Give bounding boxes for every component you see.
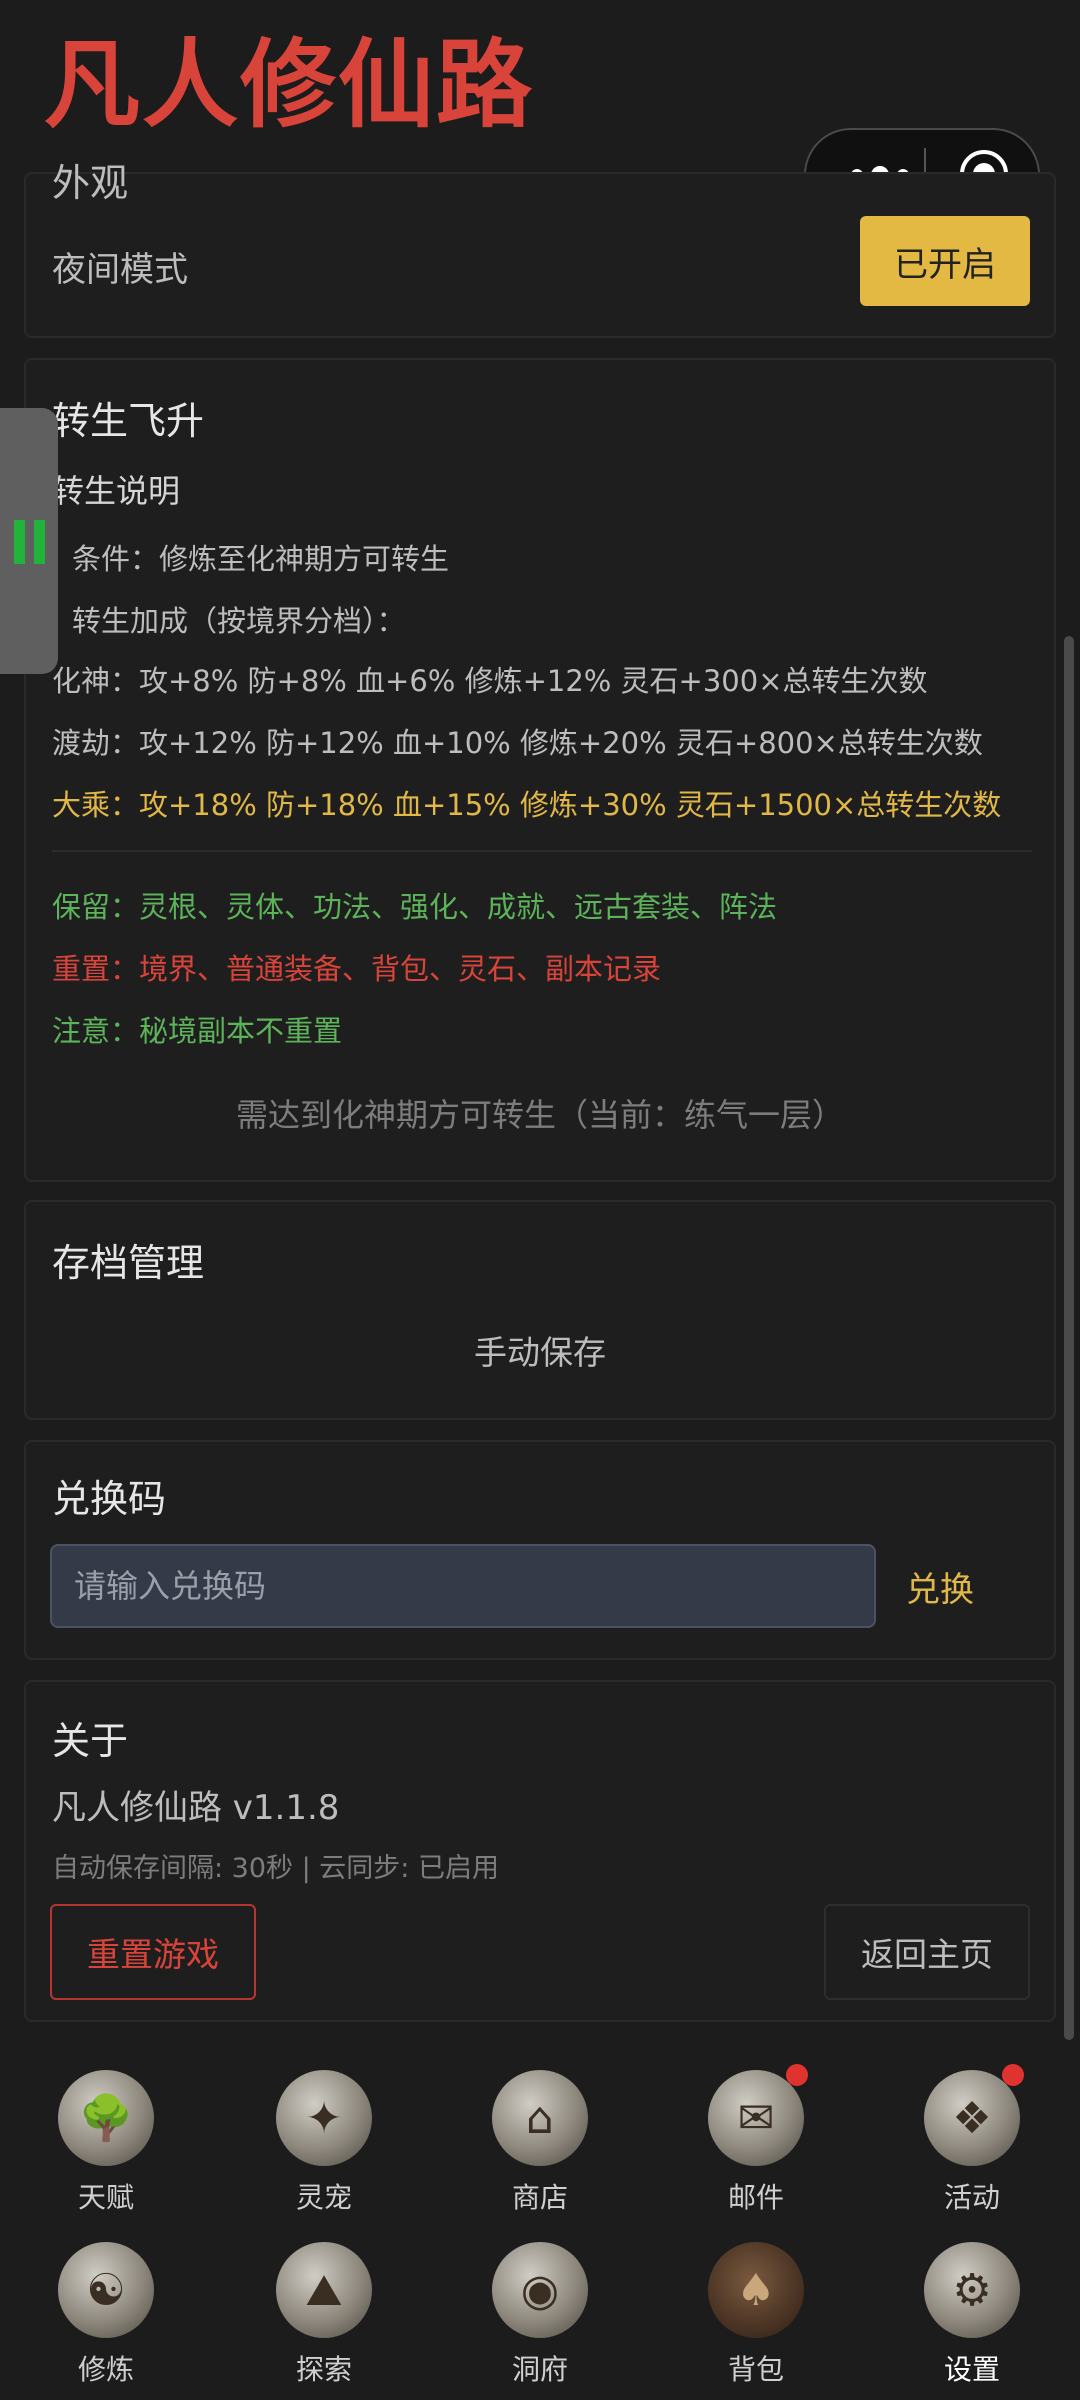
nav-label: 设置 [943,2353,1000,2386]
nav-explore[interactable]: ⛰ 探索 [234,2242,414,2388]
notification-badge [1002,2064,1024,2086]
meditation-icon: ☯ [58,2242,154,2338]
event-icon: ❖ [924,2064,1024,2166]
appearance-card: 外观 夜间模式 已开启 [24,161,1056,338]
rebirth-requirement: 需达到化神期方可转生（当前：练气一层） [235,1096,844,1134]
manual-save-button[interactable]: 手动保存 [26,1326,1054,1374]
rebirth-divider [52,850,1032,852]
archive-card: 存档管理 手动保存 [24,1200,1056,1420]
nav-spirit-pet[interactable]: ✦ 灵宠 [234,2070,414,2216]
tree-icon: 🌳 [58,2070,154,2166]
nav-cultivate[interactable]: ☯ 修炼 [16,2242,196,2388]
settings-dragon-icon: ⚙ [924,2242,1020,2338]
scrollbar[interactable] [1064,636,1074,2040]
mail-icon: ✉ [708,2064,808,2166]
floating-side-tab[interactable] [0,408,58,674]
nav-label: 天赋 [77,2181,134,2214]
appearance-title: 外观 [52,161,129,205]
pause-icon [14,520,46,564]
nav-label: 探索 [295,2353,352,2386]
archive-title: 存档管理 [52,1241,205,1285]
rebirth-title: 转生飞升 [52,399,205,443]
redeem-code-input[interactable] [50,1544,876,1628]
redeem-button[interactable]: 兑换 [906,1562,974,1611]
rebirth-reset: 重置：境界、普通装备、背包、灵石、副本记录 [52,952,662,986]
tier-dujie: 渡劫：攻+12% 防+12% 血+10% 修炼+20% 灵石+800×总转生次数 [52,726,983,760]
rebirth-condition: 条件：修炼至化神期方可转生 [72,542,450,576]
notification-badge [786,2064,808,2086]
nav-label: 背包 [727,2353,784,2386]
reset-game-button[interactable]: 重置游戏 [50,1904,256,2000]
redeem-card: 兑换码 兑换 [24,1440,1056,1660]
bag-icon: ♠ [708,2242,804,2338]
nav-mail[interactable]: ✉ 邮件 [666,2064,846,2216]
spirit-pet-icon: ✦ [276,2070,372,2166]
bottom-navigation: 🌳 天赋 ✦ 灵宠 ⌂ 商店 ✉ 邮件 ❖ 活动 ☯ 修炼 ⛰ 探索 ◉ 洞府 … [0,2040,1080,2400]
redeem-title: 兑换码 [52,1477,167,1521]
nav-label: 邮件 [727,2181,784,2214]
nav-label: 商店 [511,2181,568,2214]
night-mode-label: 夜间模式 [52,250,188,290]
nav-talent[interactable]: 🌳 天赋 [16,2070,196,2216]
version-text: 凡人修仙路 v1.1.8 [52,1788,340,1828]
nav-event[interactable]: ❖ 活动 [882,2064,1062,2216]
rebirth-keep: 保留：灵根、灵体、功法、强化、成就、远古套装、阵法 [52,890,778,924]
return-home-button[interactable]: 返回主页 [824,1904,1030,2000]
nav-shop[interactable]: ⌂ 商店 [450,2070,630,2216]
app-title: 凡人修仙路 [44,29,534,141]
shop-icon: ⌂ [492,2070,588,2166]
nav-bag[interactable]: ♠ 背包 [666,2242,846,2388]
rebirth-bonus-title: 转生加成（按境界分档）： [72,604,406,638]
explore-icon: ⛰ [276,2242,372,2338]
nav-cave[interactable]: ◉ 洞府 [450,2242,630,2388]
nav-settings[interactable]: ⚙ 设置 [882,2242,1062,2388]
about-card: 关于 凡人修仙路 v1.1.8 自动保存间隔: 30秒 | 云同步: 已启用 重… [24,1680,1056,2022]
tier-dacheng: 大乘：攻+18% 防+18% 血+15% 修炼+30% 灵石+1500×总转生次… [52,788,1002,822]
night-mode-toggle-button[interactable]: 已开启 [860,216,1030,306]
rebirth-subtitle: 转生说明 [52,472,181,510]
autosave-info: 自动保存间隔: 30秒 | 云同步: 已启用 [52,1853,499,1884]
tier-huashen: 化神：攻+8% 防+8% 血+6% 修炼+12% 灵石+300×总转生次数 [52,664,928,698]
rebirth-card: 转生飞升 转生说明 条件：修炼至化神期方可转生 转生加成（按境界分档）： 化神：… [24,358,1056,1182]
rebirth-note: 注意：秘境副本不重置 [52,1014,343,1048]
nav-label: 洞府 [511,2353,568,2386]
nav-label: 灵宠 [295,2181,352,2214]
nav-label: 修炼 [77,2353,134,2386]
about-title: 关于 [52,1719,129,1763]
nav-label: 活动 [943,2181,1000,2214]
cave-icon: ◉ [492,2242,588,2338]
